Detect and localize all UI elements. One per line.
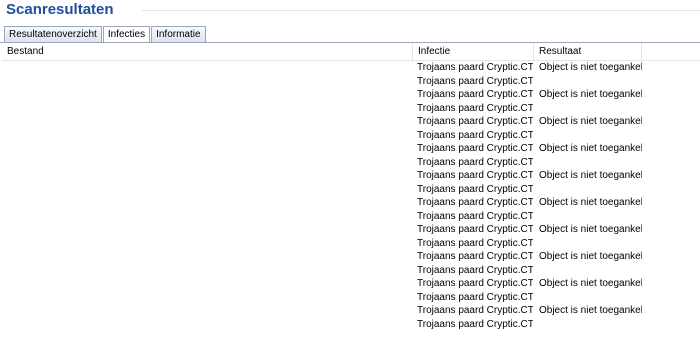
title-bar: Scanresultaten [0, 0, 700, 22]
table-row[interactable]: C:\Windows\explorer.exe (2352)Trojaans p… [2, 210, 700, 224]
table-row[interactable]: C:\Windows\System32\csrss.exe (632)Troja… [2, 156, 700, 170]
infection-cell: Trojaans paard Cryptic.CTC [417, 116, 533, 127]
infection-cell: Trojaans paard Cryptic.CTC [417, 62, 533, 73]
tab-strip: Resultatenoverzicht Infecties Informatie [4, 26, 207, 43]
tab-informatie[interactable]: Informatie [151, 26, 206, 42]
tab-infecties[interactable]: Infecties [102, 26, 151, 43]
table-row[interactable]: C:\Users\GIP\AppData\Local\Google\Chrome… [2, 277, 700, 291]
infection-cell: Trojaans paard Cryptic.CTC [417, 183, 533, 195]
table-row[interactable]: C:\Windows\System32\csrss.exe (560)Troja… [2, 183, 700, 197]
title-divider [142, 10, 700, 11]
infection-cell: Trojaans paard Cryptic.CTC [417, 251, 533, 262]
result-cell: Object is niet toegankelijk. [539, 62, 642, 73]
table-row[interactable]: C:\Windows\System32\csrss.exe (560):\mem… [2, 169, 700, 183]
infection-cell: Trojaans paard Cryptic.CTC [417, 224, 533, 235]
infection-cell: Trojaans paard Cryptic.CTC [417, 264, 533, 276]
infection-cell: Trojaans paard Cryptic.CTC [417, 75, 533, 87]
column-header-infectie[interactable]: Infectie [413, 43, 534, 60]
tab-resultatenoverzicht[interactable]: Resultatenoverzicht [4, 26, 102, 42]
infection-cell: Trojaans paard Cryptic.CTC [417, 197, 533, 208]
table-row[interactable]: C:\Windows\explorer.exe (2352):\memory_0… [2, 196, 700, 210]
infection-cell: Trojaans paard Cryptic.CTC [417, 318, 533, 330]
table-row[interactable]: C:\Windows\System32\svchost.exe (1428):\… [2, 88, 700, 102]
result-cell: Object is niet toegankelijk. [539, 251, 642, 262]
result-cell: Object is niet toegankelijk. [539, 143, 642, 154]
table-row[interactable]: C:\Users\GIP\AppData\Local\Google\Chrome… [2, 291, 700, 305]
table-row[interactable]: C:\Windows\System32\wuauclt.exe (1752):\… [2, 61, 700, 75]
infection-cell: Trojaans paard Cryptic.CTC [417, 305, 533, 316]
column-header-bestand[interactable]: Bestand [2, 43, 413, 60]
table-row[interactable]: C:\Windows\System32\wuauclt.exe (1752)Tr… [2, 75, 700, 89]
table-row[interactable]: C:\Windows\System32\smss.exe (492)Trojaa… [2, 129, 700, 143]
table-row[interactable]: C:\Users\GIP\AppData\Local\Google\Chrome… [2, 250, 700, 264]
infection-cell: Trojaans paard Cryptic.CTC [417, 143, 533, 154]
infection-cell: Trojaans paard Cryptic.CTC [417, 210, 533, 222]
result-cell: Object is niet toegankelijk. [539, 305, 642, 316]
column-header-resultaat[interactable]: Resultaat [534, 43, 642, 60]
infection-cell: Trojaans paard Cryptic.CTC [417, 129, 533, 141]
infection-cell: Trojaans paard Cryptic.CTC [417, 237, 533, 249]
infection-cell: Trojaans paard Cryptic.CTC [417, 102, 533, 114]
infection-cell: Trojaans paard Cryptic.CTC [417, 170, 533, 181]
table-row[interactable]: C:\Windows\System32\csrss.exe (632):\mem… [2, 142, 700, 156]
table-row[interactable]: C:\Users\GIP\AppData\Local\Google\Chrome… [2, 223, 700, 237]
infection-cell: Trojaans paard Cryptic.CTC [417, 291, 533, 303]
result-cell: Object is niet toegankelijk. [539, 197, 642, 208]
infection-cell: Trojaans paard Cryptic.CTC [417, 278, 533, 289]
table-row[interactable]: C:\Users\GIP\AppData\Local\Google\Chrome… [2, 318, 700, 332]
results-table-body: C:\Windows\System32\wuauclt.exe (1752):\… [2, 61, 700, 331]
infection-cell: Trojaans paard Cryptic.CTC [417, 156, 533, 168]
result-cell: Object is niet toegankelijk. [539, 278, 642, 289]
table-row[interactable]: C:\Windows\System32\smss.exe (492):\memo… [2, 115, 700, 129]
result-cell: Object is niet toegankelijk. [539, 116, 642, 127]
table-row[interactable]: C:\Users\GIP\AppData\Local\Google\Chrome… [2, 304, 700, 318]
table-row[interactable]: C:\Users\GIP\AppData\Local\Google\Chrome… [2, 264, 700, 278]
infection-cell: Trojaans paard Cryptic.CTC [417, 89, 533, 100]
table-row[interactable]: C:\Windows\System32\svchost.exe (1428)Tr… [2, 102, 700, 116]
result-cell: Object is niet toegankelijk. [539, 170, 642, 181]
result-cell: Object is niet toegankelijk. [539, 224, 642, 235]
result-cell: Object is niet toegankelijk. [539, 89, 642, 100]
page-title: Scanresultaten [6, 1, 114, 18]
table-row[interactable]: C:\Users\GIP\AppData\Local\Google\Chrome… [2, 237, 700, 251]
table-header: Bestand Infectie Resultaat [2, 43, 700, 61]
